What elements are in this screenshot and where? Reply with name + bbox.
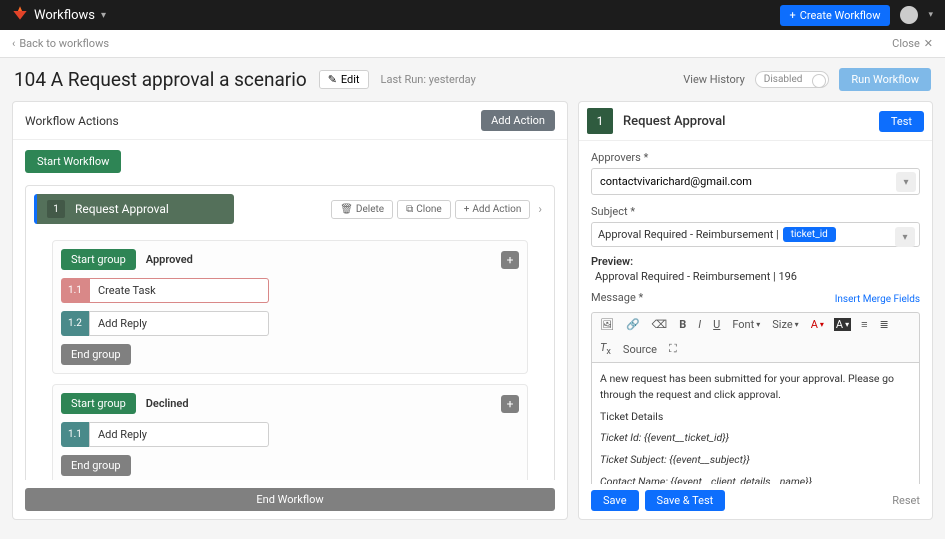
app-brand[interactable]: Workflows ▾ <box>12 5 106 25</box>
app-name: Workflows <box>34 8 95 23</box>
detail-number: 1 <box>587 108 613 134</box>
step-number: 1.1 <box>61 278 89 303</box>
bullet-list-icon[interactable]: ≡ <box>859 317 869 332</box>
chevron-right-icon[interactable]: › <box>534 202 546 216</box>
merge-pill[interactable]: ticket_id <box>783 227 836 242</box>
chevron-down-icon[interactable]: ▾ <box>101 10 106 21</box>
end-group-button[interactable]: End group <box>61 344 131 365</box>
delete-button[interactable]: 🗑Delete <box>331 200 393 219</box>
approvers-label: Approvers * <box>591 151 920 164</box>
unlink-icon[interactable]: ⌫ <box>650 317 670 332</box>
number-list-icon[interactable]: ≣ <box>878 317 891 332</box>
start-group-button[interactable]: Start group <box>61 393 136 414</box>
text-color-button[interactable]: A▾ <box>809 317 826 332</box>
last-run-label: Last Run: yesterday <box>381 73 476 86</box>
step-row[interactable]: 1.1 Add Reply <box>61 422 519 447</box>
view-history-link[interactable]: View History <box>683 73 745 86</box>
plus-icon: + <box>790 9 796 22</box>
message-label: Message * <box>591 291 643 304</box>
start-workflow-button[interactable]: Start Workflow <box>25 150 121 173</box>
step-row[interactable]: 1.2 Add Reply <box>61 311 519 336</box>
italic-button[interactable]: I <box>696 317 703 332</box>
close-button[interactable]: Close ✕ <box>892 37 933 50</box>
enabled-toggle[interactable]: Disabled <box>755 71 830 88</box>
trash-icon: 🗑 <box>340 204 353 215</box>
add-action-inline-button[interactable]: +Add Action <box>455 200 531 219</box>
breadcrumb-bar: ‹ Back to workflows Close ✕ <box>0 30 945 58</box>
group-label: Declined <box>146 397 189 410</box>
reset-link[interactable]: Reset <box>892 494 920 507</box>
step-label: Add Reply <box>89 311 269 336</box>
source-button[interactable]: Source <box>621 342 659 357</box>
approvers-input[interactable] <box>591 168 920 195</box>
action-header[interactable]: 1 Request Approval <box>34 194 234 224</box>
group-declined: Start group Declined + 1.1 Add Reply End… <box>52 384 528 480</box>
font-dropdown[interactable]: Font▾ <box>730 317 762 332</box>
image-icon[interactable]: 🖼 <box>598 317 616 332</box>
subject-label: Subject * <box>591 205 920 218</box>
message-editor[interactable]: A new request has been submitted for you… <box>591 363 920 484</box>
action-title: Request Approval <box>75 202 169 216</box>
underline-button[interactable]: U <box>711 317 722 332</box>
subject-input[interactable]: Approval Required - Reimbursement | tick… <box>591 222 920 247</box>
clear-format-icon[interactable]: Tx <box>598 340 613 358</box>
edit-button[interactable]: ✎ Edit <box>319 70 369 89</box>
back-link[interactable]: ‹ Back to workflows <box>12 37 109 50</box>
size-dropdown[interactable]: Size▾ <box>770 317 800 332</box>
chevron-down-icon[interactable]: ▾ <box>895 227 915 247</box>
add-action-button[interactable]: Add Action <box>481 110 555 131</box>
end-group-button[interactable]: End group <box>61 455 131 476</box>
workflow-title: 104 A Request approval a scenario <box>14 68 307 91</box>
editor-toolbar: 🖼 🔗 ⌫ B I U Font▾ Size▾ A▾ A▾ ≡ ≣ Tx Sou… <box>591 312 920 363</box>
toggle-knob <box>812 74 826 88</box>
close-icon: ✕ <box>924 37 933 50</box>
bold-button[interactable]: B <box>677 317 688 332</box>
preview-text: Approval Required - Reimbursement | 196 <box>591 270 920 283</box>
step-row[interactable]: 1.1 Create Task <box>61 278 519 303</box>
group-approved: Start group Approved + 1.1 Create Task 1… <box>52 240 528 374</box>
avatar[interactable] <box>900 6 918 24</box>
chevron-left-icon: ‹ <box>12 37 15 50</box>
run-workflow-button[interactable]: Run Workflow <box>839 68 931 91</box>
chevron-down-icon[interactable]: ▾ <box>896 172 916 192</box>
expand-icon[interactable]: ⛶ <box>667 341 679 357</box>
clone-button[interactable]: ⧉Clone <box>397 200 451 219</box>
workflow-actions-panel: Workflow Actions Add Action Start Workfl… <box>12 101 568 520</box>
step-number: 1.1 <box>61 422 89 447</box>
action-card: 1 Request Approval 🗑Delete ⧉Clone +Add A… <box>25 185 555 480</box>
fox-icon <box>12 5 28 25</box>
step-number: 1.2 <box>61 311 89 336</box>
start-group-button[interactable]: Start group <box>61 249 136 270</box>
bg-color-button[interactable]: A▾ <box>834 318 851 331</box>
link-icon[interactable]: 🔗 <box>624 317 642 332</box>
create-workflow-button[interactable]: + Create Workflow <box>780 5 891 26</box>
merge-fields-link[interactable]: Insert Merge Fields <box>835 294 920 305</box>
detail-title: Request Approval <box>623 114 869 129</box>
save-button[interactable]: Save <box>591 490 639 511</box>
group-label: Approved <box>146 253 193 266</box>
top-bar: Workflows ▾ + Create Workflow ▾ <box>0 0 945 30</box>
add-step-button[interactable]: + <box>501 395 519 413</box>
add-step-button[interactable]: + <box>501 251 519 269</box>
title-row: 104 A Request approval a scenario ✎ Edit… <box>0 58 945 101</box>
chevron-down-icon[interactable]: ▾ <box>928 10 933 20</box>
detail-panel: 1 Request Approval Test Approvers * ▾ Su… <box>578 101 933 520</box>
action-number: 1 <box>47 200 65 218</box>
step-label: Create Task <box>89 278 269 303</box>
wa-heading: Workflow Actions <box>25 114 119 128</box>
step-label: Add Reply <box>89 422 269 447</box>
copy-icon: ⧉ <box>406 204 413 215</box>
end-workflow-button[interactable]: End Workflow <box>25 488 555 511</box>
preview-label: Preview: <box>591 255 920 268</box>
plus-icon: + <box>464 204 470 215</box>
save-test-button[interactable]: Save & Test <box>645 490 726 511</box>
pencil-icon: ✎ <box>328 73 337 86</box>
test-button[interactable]: Test <box>879 111 924 132</box>
